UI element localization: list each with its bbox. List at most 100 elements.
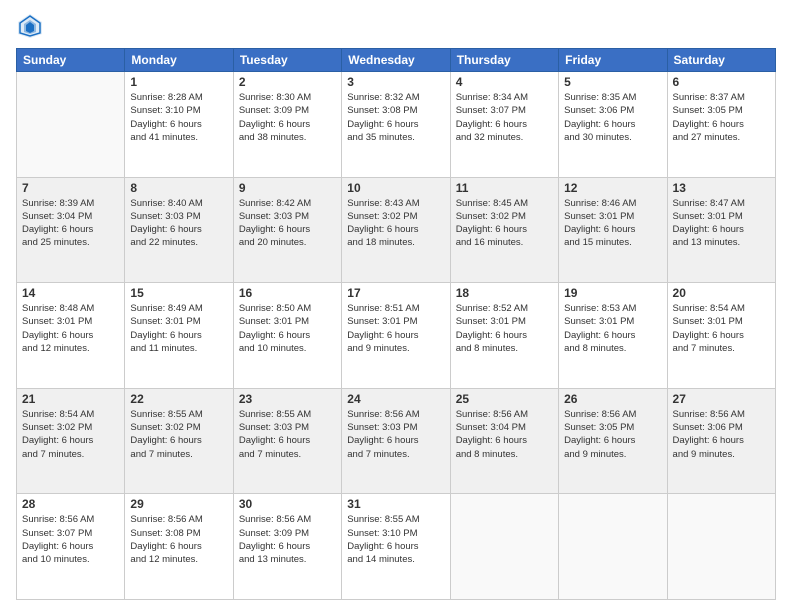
- weekday-header: Tuesday: [233, 49, 341, 72]
- day-number: 15: [130, 286, 227, 300]
- day-number: 14: [22, 286, 119, 300]
- day-number: 11: [456, 181, 553, 195]
- page: SundayMondayTuesdayWednesdayThursdayFrid…: [0, 0, 792, 612]
- day-info: Sunrise: 8:55 AM Sunset: 3:03 PM Dayligh…: [239, 408, 336, 461]
- day-info: Sunrise: 8:56 AM Sunset: 3:05 PM Dayligh…: [564, 408, 661, 461]
- weekday-header: Thursday: [450, 49, 558, 72]
- day-number: 25: [456, 392, 553, 406]
- day-number: 7: [22, 181, 119, 195]
- calendar-cell: 26 Sunrise: 8:56 AM Sunset: 3:05 PM Dayli…: [559, 388, 667, 494]
- day-number: 12: [564, 181, 661, 195]
- day-number: 6: [673, 75, 770, 89]
- calendar-cell: 29 Sunrise: 8:56 AM Sunset: 3:08 PM Dayli…: [125, 494, 233, 600]
- day-info: Sunrise: 8:30 AM Sunset: 3:09 PM Dayligh…: [239, 91, 336, 144]
- day-number: 3: [347, 75, 444, 89]
- calendar-cell: 30 Sunrise: 8:56 AM Sunset: 3:09 PM Dayli…: [233, 494, 341, 600]
- day-number: 26: [564, 392, 661, 406]
- day-info: Sunrise: 8:43 AM Sunset: 3:02 PM Dayligh…: [347, 197, 444, 250]
- weekday-row: SundayMondayTuesdayWednesdayThursdayFrid…: [17, 49, 776, 72]
- day-number: 18: [456, 286, 553, 300]
- day-number: 30: [239, 497, 336, 511]
- day-number: 24: [347, 392, 444, 406]
- calendar-cell: [450, 494, 558, 600]
- calendar-cell: 22Sunrise: 8:55 AM Sunset: 3:02 PM Dayli…: [125, 388, 233, 494]
- day-number: 8: [130, 181, 227, 195]
- day-number: 28: [22, 497, 119, 511]
- calendar-cell: 18Sunrise: 8:52 AM Sunset: 3:01 PM Dayli…: [450, 283, 558, 389]
- calendar-cell: 2 Sunrise: 8:30 AM Sunset: 3:09 PM Daylig…: [233, 72, 341, 178]
- day-info: Sunrise: 8:55 AM Sunset: 3:02 PM Dayligh…: [130, 408, 227, 461]
- day-number: 31: [347, 497, 444, 511]
- day-number: 29: [130, 497, 227, 511]
- day-info: Sunrise: 8:39 AM Sunset: 3:04 PM Dayligh…: [22, 197, 119, 250]
- calendar-cell: 21 Sunrise: 8:54 AM Sunset: 3:02 PM Dayli…: [17, 388, 125, 494]
- calendar-row: 1 Sunrise: 8:28 AM Sunset: 3:10 PM Daylig…: [17, 72, 776, 178]
- calendar-row: 14 Sunrise: 8:48 AM Sunset: 3:01 PM Dayli…: [17, 283, 776, 389]
- calendar-body: 1 Sunrise: 8:28 AM Sunset: 3:10 PM Daylig…: [17, 72, 776, 600]
- day-info: Sunrise: 8:32 AM Sunset: 3:08 PM Dayligh…: [347, 91, 444, 144]
- day-info: Sunrise: 8:28 AM Sunset: 3:10 PM Dayligh…: [130, 91, 227, 144]
- day-info: Sunrise: 8:56 AM Sunset: 3:07 PM Dayligh…: [22, 513, 119, 566]
- day-number: 21: [22, 392, 119, 406]
- calendar-cell: 8Sunrise: 8:40 AM Sunset: 3:03 PM Daylig…: [125, 177, 233, 283]
- day-info: Sunrise: 8:53 AM Sunset: 3:01 PM Dayligh…: [564, 302, 661, 355]
- calendar-row: 28 Sunrise: 8:56 AM Sunset: 3:07 PM Dayli…: [17, 494, 776, 600]
- day-info: Sunrise: 8:37 AM Sunset: 3:05 PM Dayligh…: [673, 91, 770, 144]
- calendar-cell: 1 Sunrise: 8:28 AM Sunset: 3:10 PM Daylig…: [125, 72, 233, 178]
- calendar-cell: 15 Sunrise: 8:49 AM Sunset: 3:01 PM Dayli…: [125, 283, 233, 389]
- calendar-cell: 31 Sunrise: 8:55 AM Sunset: 3:10 PM Dayli…: [342, 494, 450, 600]
- weekday-header: Friday: [559, 49, 667, 72]
- calendar-cell: 11 Sunrise: 8:45 AM Sunset: 3:02 PM Dayli…: [450, 177, 558, 283]
- day-info: Sunrise: 8:54 AM Sunset: 3:02 PM Dayligh…: [22, 408, 119, 461]
- day-info: Sunrise: 8:42 AM Sunset: 3:03 PM Dayligh…: [239, 197, 336, 250]
- day-info: Sunrise: 8:34 AM Sunset: 3:07 PM Dayligh…: [456, 91, 553, 144]
- calendar-cell: 28 Sunrise: 8:56 AM Sunset: 3:07 PM Dayli…: [17, 494, 125, 600]
- day-number: 5: [564, 75, 661, 89]
- calendar-cell: 17 Sunrise: 8:51 AM Sunset: 3:01 PM Dayli…: [342, 283, 450, 389]
- day-info: Sunrise: 8:35 AM Sunset: 3:06 PM Dayligh…: [564, 91, 661, 144]
- logo: [16, 12, 48, 40]
- header: [16, 12, 776, 40]
- day-number: 4: [456, 75, 553, 89]
- calendar-cell: 5 Sunrise: 8:35 AM Sunset: 3:06 PM Daylig…: [559, 72, 667, 178]
- calendar-cell: 23 Sunrise: 8:55 AM Sunset: 3:03 PM Dayli…: [233, 388, 341, 494]
- weekday-header: Sunday: [17, 49, 125, 72]
- day-info: Sunrise: 8:51 AM Sunset: 3:01 PM Dayligh…: [347, 302, 444, 355]
- day-info: Sunrise: 8:55 AM Sunset: 3:10 PM Dayligh…: [347, 513, 444, 566]
- day-info: Sunrise: 8:45 AM Sunset: 3:02 PM Dayligh…: [456, 197, 553, 250]
- day-info: Sunrise: 8:48 AM Sunset: 3:01 PM Dayligh…: [22, 302, 119, 355]
- calendar-cell: [667, 494, 775, 600]
- calendar: SundayMondayTuesdayWednesdayThursdayFrid…: [16, 48, 776, 600]
- day-info: Sunrise: 8:50 AM Sunset: 3:01 PM Dayligh…: [239, 302, 336, 355]
- day-info: Sunrise: 8:56 AM Sunset: 3:09 PM Dayligh…: [239, 513, 336, 566]
- day-number: 27: [673, 392, 770, 406]
- calendar-row: 21 Sunrise: 8:54 AM Sunset: 3:02 PM Dayli…: [17, 388, 776, 494]
- day-info: Sunrise: 8:56 AM Sunset: 3:03 PM Dayligh…: [347, 408, 444, 461]
- day-number: 1: [130, 75, 227, 89]
- calendar-cell: 19 Sunrise: 8:53 AM Sunset: 3:01 PM Dayli…: [559, 283, 667, 389]
- day-number: 23: [239, 392, 336, 406]
- calendar-cell: 7 Sunrise: 8:39 AM Sunset: 3:04 PM Daylig…: [17, 177, 125, 283]
- logo-icon: [16, 12, 44, 40]
- calendar-cell: 6 Sunrise: 8:37 AM Sunset: 3:05 PM Daylig…: [667, 72, 775, 178]
- day-info: Sunrise: 8:56 AM Sunset: 3:08 PM Dayligh…: [130, 513, 227, 566]
- day-number: 17: [347, 286, 444, 300]
- calendar-cell: 20Sunrise: 8:54 AM Sunset: 3:01 PM Dayli…: [667, 283, 775, 389]
- calendar-cell: 16 Sunrise: 8:50 AM Sunset: 3:01 PM Dayli…: [233, 283, 341, 389]
- day-info: Sunrise: 8:49 AM Sunset: 3:01 PM Dayligh…: [130, 302, 227, 355]
- calendar-cell: 4 Sunrise: 8:34 AM Sunset: 3:07 PM Daylig…: [450, 72, 558, 178]
- day-number: 16: [239, 286, 336, 300]
- calendar-cell: 12Sunrise: 8:46 AM Sunset: 3:01 PM Dayli…: [559, 177, 667, 283]
- calendar-header: SundayMondayTuesdayWednesdayThursdayFrid…: [17, 49, 776, 72]
- day-number: 2: [239, 75, 336, 89]
- calendar-cell: [559, 494, 667, 600]
- calendar-cell: 27 Sunrise: 8:56 AM Sunset: 3:06 PM Dayli…: [667, 388, 775, 494]
- day-number: 10: [347, 181, 444, 195]
- day-number: 20: [673, 286, 770, 300]
- day-number: 19: [564, 286, 661, 300]
- calendar-cell: 13Sunrise: 8:47 AM Sunset: 3:01 PM Dayli…: [667, 177, 775, 283]
- calendar-cell: 14 Sunrise: 8:48 AM Sunset: 3:01 PM Dayli…: [17, 283, 125, 389]
- calendar-cell: 9Sunrise: 8:42 AM Sunset: 3:03 PM Daylig…: [233, 177, 341, 283]
- day-number: 13: [673, 181, 770, 195]
- day-info: Sunrise: 8:56 AM Sunset: 3:06 PM Dayligh…: [673, 408, 770, 461]
